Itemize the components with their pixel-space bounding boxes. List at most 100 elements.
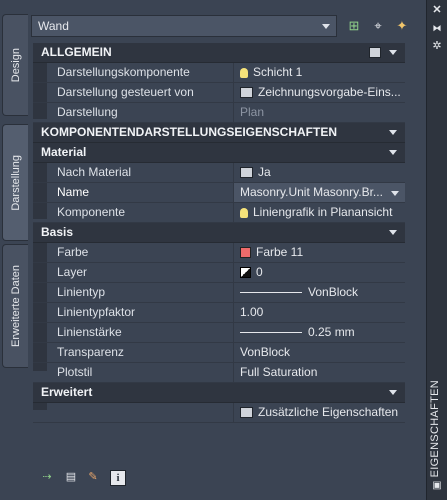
row-darstellungskomponente[interactable]: Darstellungskomponente Schicht 1: [33, 63, 405, 83]
select-objects-icon[interactable]: ⌖: [369, 17, 387, 35]
toolbar: Wand ⊞ ⌖ ✦: [31, 15, 423, 39]
property-value[interactable]: 1.00: [233, 303, 405, 322]
row-name[interactable]: Name Masonry.Unit Masonry.Br...: [33, 183, 405, 203]
lineweight-preview-icon: [240, 332, 302, 334]
tab-darstellung[interactable]: Darstellung: [2, 124, 28, 241]
edit-style-icon[interactable]: ▤: [64, 470, 78, 484]
brush-icon[interactable]: ✎: [86, 470, 100, 484]
section-erweitert[interactable]: Erweitert: [33, 383, 405, 403]
linetype-preview-icon: [240, 292, 302, 294]
property-name: Darstellungskomponente: [51, 63, 233, 82]
property-name: Linientypfaktor: [51, 303, 233, 322]
section-basis-label: Basis: [41, 225, 74, 239]
property-value[interactable]: Farbe 11: [233, 243, 405, 262]
row-transparenz[interactable]: Transparenz VonBlock: [33, 343, 405, 363]
tab-erweiterte-daten-label: Erweiterte Daten: [9, 265, 22, 347]
section-material-label: Material: [41, 145, 87, 159]
chevron-down-icon[interactable]: [389, 50, 397, 55]
property-value-text: Farbe 11: [256, 245, 304, 259]
close-icon[interactable]: ✕: [431, 4, 443, 16]
bulb-icon: [240, 67, 248, 78]
property-value-text: Zeichnungsvorgabe-Eins...: [258, 85, 401, 99]
properties-panel: Wand ⊞ ⌖ ✦ ALLGEMEIN Darstellungskompone…: [29, 0, 426, 500]
property-value[interactable]: VonBlock: [233, 343, 405, 362]
property-value[interactable]: Full Saturation: [233, 363, 405, 382]
property-value[interactable]: Liniengrafik in Planansicht: [233, 203, 405, 222]
row-darstellung[interactable]: Darstellung Plan: [33, 103, 405, 123]
quick-select-icon[interactable]: ⊞: [345, 17, 363, 35]
tab-darstellung-label: Darstellung: [9, 154, 22, 211]
property-value-text: 0: [256, 265, 263, 279]
row-linientyp[interactable]: Linientyp VonBlock: [33, 283, 405, 303]
row-darstellung-gesteuert[interactable]: Darstellung gesteuert von Zeichnungsvorg…: [33, 83, 405, 103]
additional-properties-button[interactable]: Zusätzliche Eigenschaften: [233, 403, 405, 422]
tab-erweiterte-daten[interactable]: Erweiterte Daten: [2, 244, 28, 368]
property-value[interactable]: VonBlock: [233, 283, 405, 302]
property-value[interactable]: Schicht 1: [233, 63, 405, 82]
row-linienstaerke[interactable]: Linienstärke 0.25 mm: [33, 323, 405, 343]
row-layer[interactable]: Layer 0: [33, 263, 405, 283]
section-allgemein[interactable]: ALLGEMEIN: [33, 43, 405, 63]
section-erweitert-label: Erweitert: [41, 385, 93, 399]
chevron-down-icon[interactable]: [389, 390, 397, 395]
section-basis[interactable]: Basis: [33, 223, 405, 243]
row-zusaetzliche-eigenschaften[interactable]: Zusätzliche Eigenschaften: [33, 403, 405, 423]
row-farbe[interactable]: Farbe Farbe 11: [33, 243, 405, 263]
property-name: Plotstil: [51, 363, 233, 382]
property-name: Nach Material: [51, 163, 233, 182]
property-name: Linientyp: [51, 283, 233, 302]
object-type-value: Wand: [38, 19, 69, 33]
chevron-down-icon[interactable]: [389, 150, 397, 155]
property-value-text: Liniengrafik in Planansicht: [253, 205, 393, 219]
tab-design-label: Design: [9, 47, 22, 83]
material-name-dropdown[interactable]: Masonry.Unit Masonry.Br...: [233, 183, 405, 202]
section-allgemein-label: ALLGEMEIN: [41, 45, 112, 59]
table-icon[interactable]: [369, 47, 381, 58]
property-name: Farbe: [51, 243, 233, 262]
row-plotstil[interactable]: Plotstil Full Saturation: [33, 363, 405, 383]
property-value-text: 0.25 mm: [308, 325, 355, 339]
bulb-icon: [240, 207, 248, 218]
property-value[interactable]: 0: [233, 263, 405, 282]
layer-icon: [240, 267, 251, 279]
add-selection-icon[interactable]: ⇢: [40, 470, 54, 484]
drawing-default-icon: [240, 87, 253, 99]
property-value: Plan: [233, 103, 405, 122]
property-value-text: Schicht 1: [253, 65, 303, 79]
property-value[interactable]: 0.25 mm: [233, 323, 405, 342]
property-name: [51, 403, 233, 422]
row-komponente[interactable]: Komponente Liniengrafik in Planansicht: [33, 203, 405, 223]
property-value-text: Zusätzliche Eigenschaften: [258, 405, 399, 419]
property-name: Komponente: [51, 203, 233, 222]
property-value-text: VonBlock: [308, 285, 359, 299]
chevron-down-icon[interactable]: [389, 130, 397, 135]
material-icon: [240, 167, 253, 179]
settings-icon[interactable]: ✲: [431, 40, 443, 52]
property-name: Darstellung: [51, 103, 233, 122]
property-grid: ALLGEMEIN Darstellungskomponente Schicht…: [33, 43, 405, 423]
property-name: Transparenz: [51, 343, 233, 362]
info-icon[interactable]: i: [110, 470, 126, 486]
properties-icon[interactable]: ▣: [431, 480, 443, 492]
palette-title-bar: ✕ ⧓ ✲ EIGENSCHAFTEN ▣: [426, 0, 447, 500]
row-nach-material[interactable]: Nach Material Ja: [33, 163, 405, 183]
tab-design[interactable]: Design: [2, 14, 28, 116]
properties-icon: [240, 407, 253, 419]
property-value[interactable]: Ja: [233, 163, 405, 182]
section-komponenten[interactable]: KOMPONENTENDARSTELLUNGSEIGENSCHAFTEN: [33, 123, 405, 143]
chevron-down-icon[interactable]: [389, 230, 397, 235]
property-value[interactable]: Zeichnungsvorgabe-Eins...: [233, 83, 405, 102]
object-type-combo[interactable]: Wand: [31, 15, 337, 37]
toggle-pickadd-icon[interactable]: ✦: [393, 17, 411, 35]
property-value-text: Ja: [258, 165, 271, 179]
property-name: Darstellung gesteuert von: [51, 83, 233, 102]
chevron-down-icon: [322, 24, 330, 29]
property-value-text: Masonry.Unit Masonry.Br...: [240, 185, 383, 199]
property-name: Linienstärke: [51, 323, 233, 342]
row-linientypfaktor[interactable]: Linientypfaktor 1.00: [33, 303, 405, 323]
chevron-down-icon[interactable]: [391, 191, 399, 196]
section-komponenten-label: KOMPONENTENDARSTELLUNGSEIGENSCHAFTEN: [41, 125, 338, 139]
collapse-icon[interactable]: ⧓: [431, 22, 443, 34]
color-swatch-icon: [240, 247, 251, 259]
section-material[interactable]: Material: [33, 143, 405, 163]
